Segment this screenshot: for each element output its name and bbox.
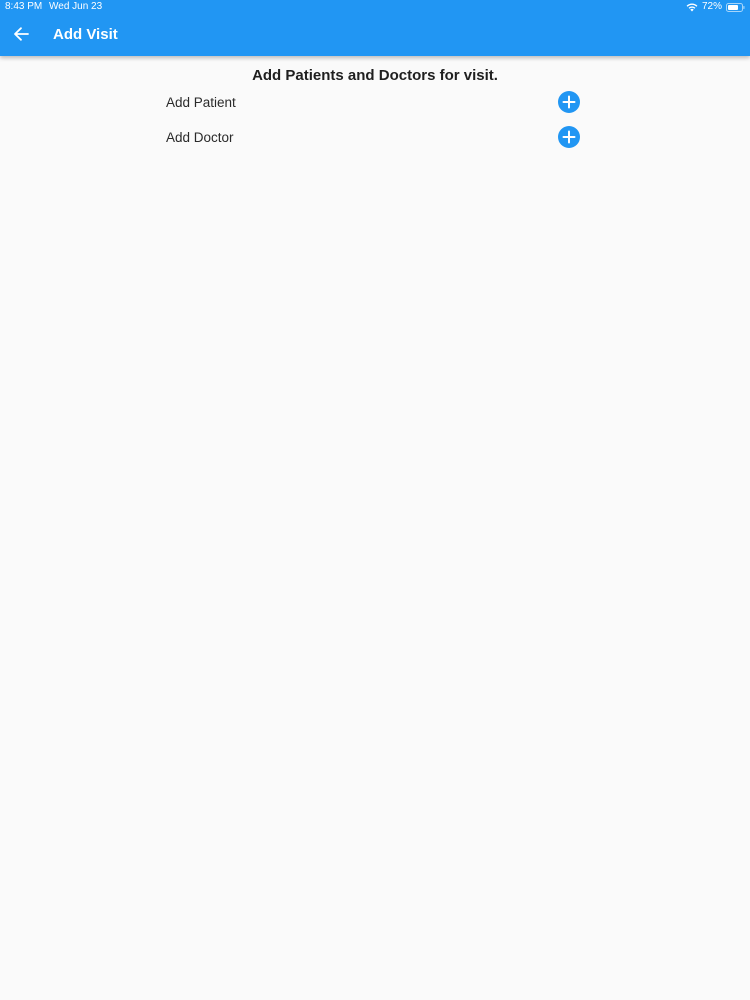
add-patient-button[interactable] (558, 91, 580, 113)
top-bar: 8:43 PM Wed Jun 23 72% Add Visit (0, 0, 750, 56)
battery-icon (726, 2, 745, 12)
content-heading: Add Patients and Doctors for visit. (252, 67, 498, 84)
screen: 8:43 PM Wed Jun 23 72% Add Visit Add Pat… (0, 0, 750, 1000)
add-doctor-label: Add Doctor (166, 130, 234, 145)
add-patient-label: Add Patient (166, 95, 236, 110)
plus-circle-icon (562, 95, 576, 109)
status-indicators: 72% (686, 0, 745, 14)
status-date: Wed Jun 23 (49, 1, 103, 12)
add-doctor-button[interactable] (558, 126, 580, 148)
status-bar: 8:43 PM Wed Jun 23 72% (0, 0, 750, 14)
wifi-icon (686, 3, 698, 12)
back-button[interactable] (8, 23, 34, 49)
status-time: 8:43 PM (5, 1, 43, 12)
add-doctor-row: Add Doctor (166, 125, 580, 151)
add-patient-row: Add Patient (166, 90, 580, 116)
arrow-left-icon (13, 26, 29, 47)
battery-percentage: 72% (701, 1, 722, 12)
app-bar: Add Visit (0, 14, 750, 56)
plus-circle-icon (562, 130, 576, 144)
page-title: Add Visit (53, 26, 118, 43)
